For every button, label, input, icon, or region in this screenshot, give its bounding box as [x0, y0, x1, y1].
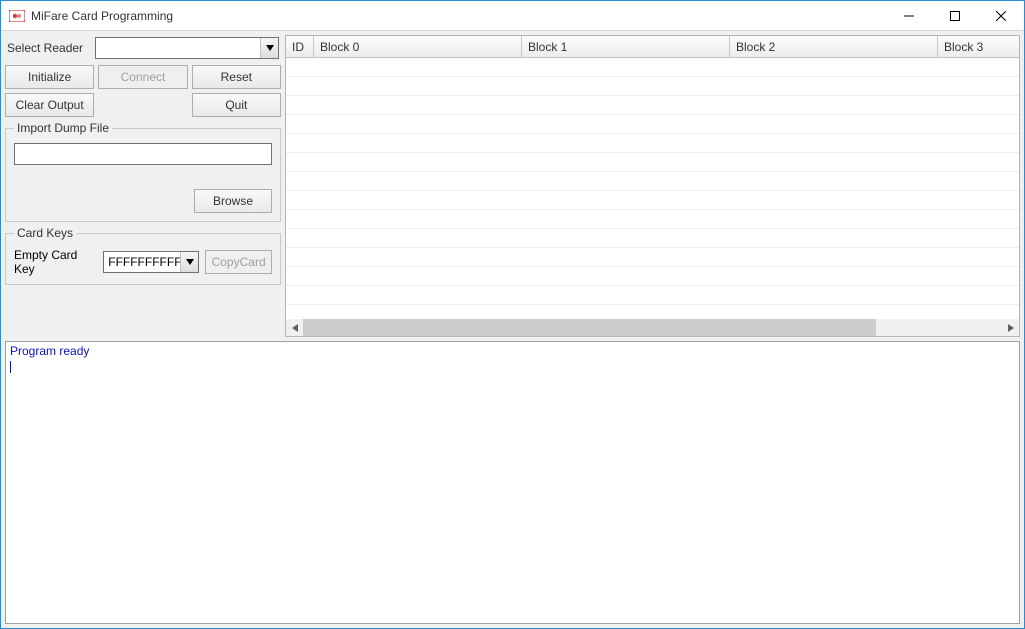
table-row [286, 58, 1019, 77]
table-row [286, 248, 1019, 267]
reader-combo[interactable] [95, 37, 279, 59]
table-row [286, 191, 1019, 210]
browse-button[interactable]: Browse [194, 189, 272, 213]
reset-button[interactable]: Reset [192, 65, 281, 89]
top-area: Select Reader Initialize Connect Reset C… [5, 35, 1020, 337]
window-controls [886, 1, 1024, 30]
titlebar: MiFare Card Programming [1, 1, 1024, 31]
chevron-down-icon [260, 38, 278, 58]
chevron-down-icon [180, 252, 198, 272]
quit-button[interactable]: Quit [192, 93, 281, 117]
left-panel: Select Reader Initialize Connect Reset C… [5, 35, 281, 337]
col-id[interactable]: ID [286, 36, 314, 57]
col-block3[interactable]: Block 3 [938, 36, 1019, 57]
table-row [286, 210, 1019, 229]
table-row [286, 172, 1019, 191]
close-button[interactable] [978, 1, 1024, 30]
import-dump-legend: Import Dump File [14, 121, 112, 135]
text-cursor [10, 361, 11, 373]
card-keys-group: Card Keys Empty Card Key FFFFFFFFFFFF Co… [5, 226, 281, 285]
import-path-input[interactable] [14, 143, 272, 165]
reader-row: Select Reader [5, 35, 281, 61]
col-block0[interactable]: Block 0 [314, 36, 522, 57]
scroll-right-icon[interactable] [1002, 319, 1019, 336]
scroll-thumb[interactable] [303, 319, 876, 336]
empty-card-key-label: Empty Card Key [14, 248, 97, 276]
connect-button[interactable]: Connect [98, 65, 187, 89]
col-block1[interactable]: Block 1 [522, 36, 730, 57]
empty-card-key-combo[interactable]: FFFFFFFFFFFF [103, 251, 199, 273]
table-row [286, 267, 1019, 286]
table-row [286, 153, 1019, 172]
table-row [286, 96, 1019, 115]
grid-header: ID Block 0 Block 1 Block 2 Block 3 [286, 36, 1019, 58]
copycard-button[interactable]: CopyCard [205, 250, 272, 274]
table-row [286, 134, 1019, 153]
scroll-left-icon[interactable] [286, 319, 303, 336]
output-console[interactable]: Program ready [5, 341, 1020, 624]
scroll-track[interactable] [303, 319, 1002, 336]
import-dump-group: Import Dump File Browse [5, 121, 281, 222]
table-row [286, 77, 1019, 96]
empty-card-key-value: FFFFFFFFFFFF [104, 255, 180, 269]
app-icon [9, 8, 25, 24]
table-row [286, 115, 1019, 134]
clear-output-button[interactable]: Clear Output [5, 93, 94, 117]
client-area: Select Reader Initialize Connect Reset C… [1, 31, 1024, 628]
button-row-2: Clear Output Quit [5, 93, 281, 117]
button-row-1: Initialize Connect Reset [5, 65, 281, 89]
browse-row: Browse [14, 189, 272, 213]
maximize-button[interactable] [932, 1, 978, 30]
card-keys-legend: Card Keys [14, 226, 76, 240]
window-title: MiFare Card Programming [31, 9, 886, 23]
horizontal-scrollbar[interactable] [286, 319, 1019, 336]
grid-body[interactable] [286, 58, 1019, 319]
data-grid: ID Block 0 Block 1 Block 2 Block 3 [285, 35, 1020, 337]
reader-label: Select Reader [7, 41, 89, 55]
initialize-button[interactable]: Initialize [5, 65, 94, 89]
col-block2[interactable]: Block 2 [730, 36, 938, 57]
card-keys-row: Empty Card Key FFFFFFFFFFFF CopyCard [14, 248, 272, 276]
table-row [286, 286, 1019, 305]
output-text: Program ready [10, 344, 89, 358]
app-window: MiFare Card Programming Select Reader [0, 0, 1025, 629]
table-row [286, 229, 1019, 248]
minimize-button[interactable] [886, 1, 932, 30]
